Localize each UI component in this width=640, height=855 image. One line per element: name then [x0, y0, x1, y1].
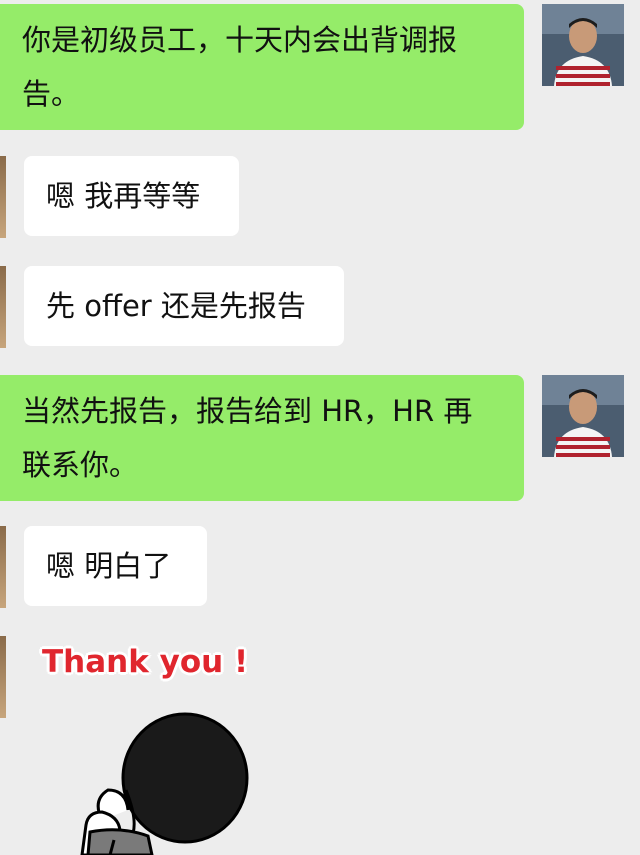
message-text: 嗯 明白了: [46, 549, 172, 583]
message-text: 告。: [22, 77, 81, 111]
message-bubble-incoming[interactable]: 嗯 明白了: [24, 526, 207, 606]
avatar[interactable]: [0, 636, 6, 718]
message-text: 嗯 我再等等: [46, 179, 201, 213]
message-bubble-outgoing[interactable]: 你是初级员工，十天内会出背调报 告。: [0, 4, 524, 130]
message-bubble-incoming[interactable]: 先 offer 还是先报告: [24, 266, 344, 346]
message-text: 当然先报告，报告给到 HR，HR 再: [22, 394, 473, 428]
message-text: 你是初级员工，十天内会出背调报: [22, 23, 458, 57]
avatar[interactable]: [542, 4, 624, 86]
avatar[interactable]: [0, 156, 6, 238]
sticker-message[interactable]: Thank you !: [30, 640, 290, 855]
chat-area: 你是初级员工，十天内会出背调报 告。 嗯 我再等等 先 offer 还是先报告 …: [0, 0, 640, 855]
message-text: 先 offer 还是先报告: [46, 289, 306, 323]
avatar[interactable]: [0, 526, 6, 608]
message-bubble-incoming[interactable]: 嗯 我再等等: [24, 156, 239, 236]
message-text: 联系你。: [22, 448, 139, 482]
avatar[interactable]: [542, 375, 624, 457]
girl-bowing-sticker-icon: [80, 712, 249, 855]
avatar[interactable]: [0, 266, 6, 348]
message-bubble-outgoing[interactable]: 当然先报告，报告给到 HR，HR 再 联系你。: [0, 375, 524, 501]
